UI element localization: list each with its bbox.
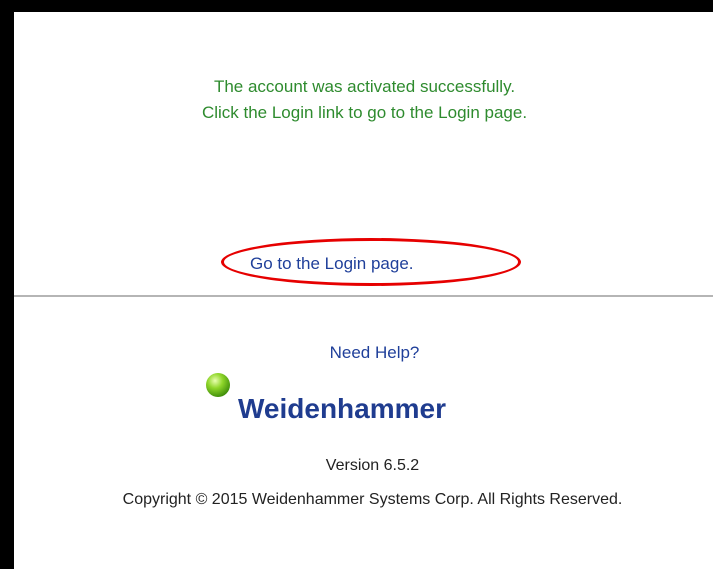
instruction-message: Click the Login link to go to the Login … <box>201 103 528 122</box>
weidenhammer-logo: Weidenhammer <box>205 372 545 428</box>
logo-text: Weidenhammer <box>238 393 446 424</box>
activation-message: The account was activated successfully. … <box>0 74 713 126</box>
copyright-text: Copyright © 2015 Weidenhammer Systems Co… <box>122 491 623 508</box>
logo-mark: Weidenhammer <box>206 373 446 424</box>
login-link[interactable]: Go to the Login page. <box>250 254 414 274</box>
version-text: Version 6.5.2 <box>325 457 420 474</box>
success-message: The account was activated successfully. <box>213 77 516 96</box>
need-help-link[interactable]: Need Help? <box>0 343 713 363</box>
section-divider <box>14 295 713 297</box>
logo-dot-icon <box>206 373 230 397</box>
